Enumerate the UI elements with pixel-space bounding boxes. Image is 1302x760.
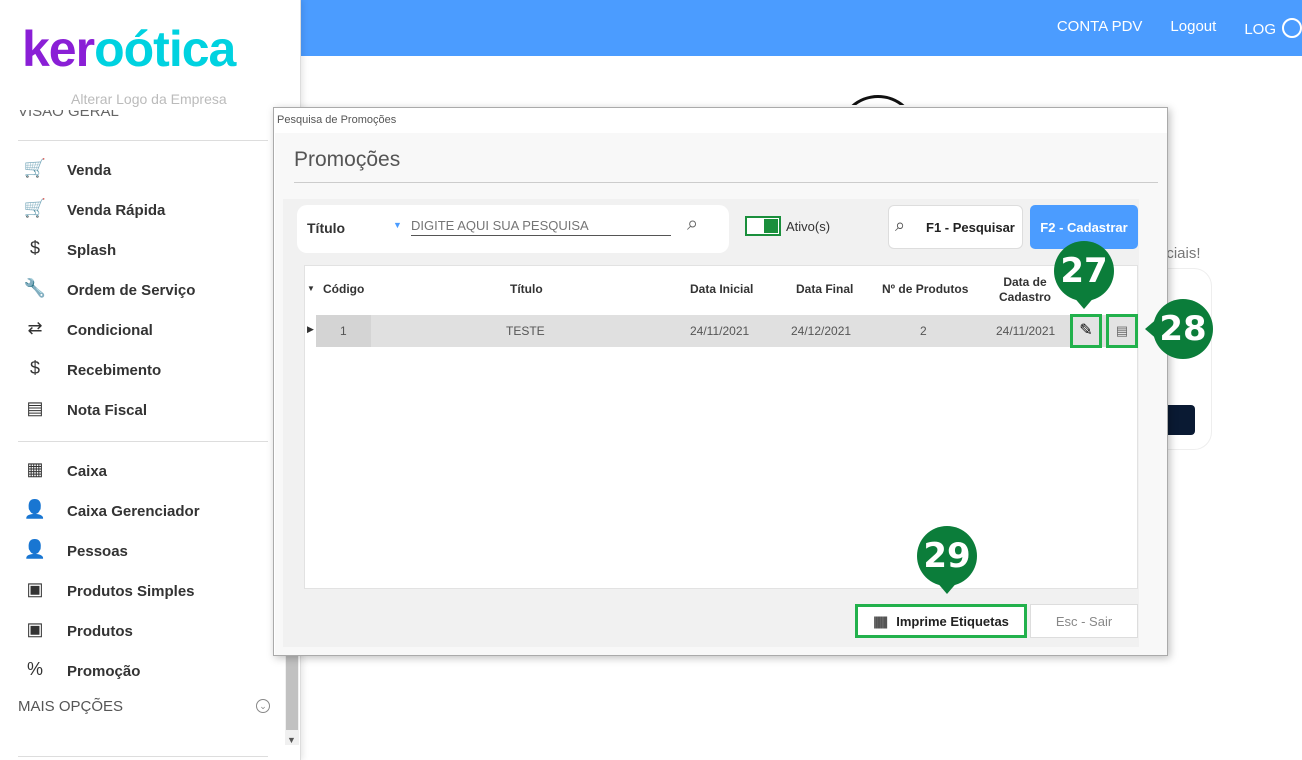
sidebar-item-splash[interactable]: $ Splash (22, 238, 116, 262)
sidebar-item-produtos[interactable]: ▣ Produtos (22, 619, 133, 643)
cash-register-icon: ▦ (26, 459, 44, 479)
user-icon[interactable] (1282, 18, 1302, 38)
sidebar-item-recebimento[interactable]: $ Recebimento (22, 358, 161, 382)
sidebar-item-label: Venda Rápida (67, 201, 166, 219)
section-title: VISÃO GERAL (18, 110, 119, 120)
tools-icon: 🔧 (23, 278, 47, 298)
callout-29: 29 (917, 526, 977, 594)
search-bar: Título ▼ ⌕ (297, 205, 729, 253)
sidebar-item-caixa[interactable]: ▦ Caixa (22, 459, 107, 483)
search-input[interactable] (411, 216, 671, 236)
col-produtos[interactable]: Nº de Produtos (882, 282, 968, 296)
sidebar: keroótica Alterar Logo da Empresa VISÃO … (0, 0, 301, 760)
promotions-table: ▼ Código Título Data Inicial Data Final … (304, 265, 1138, 589)
nfe-icon: ▤ (26, 398, 44, 418)
callout-27: 27 (1054, 241, 1114, 309)
sidebar-item-label: Recebimento (67, 361, 162, 379)
caret-down-icon[interactable]: ▼ (393, 220, 402, 230)
sort-icon[interactable]: ▼ (307, 284, 315, 293)
sidebar-item-label: Produtos Simples (67, 582, 195, 600)
search-icon[interactable]: ⌕ (687, 213, 698, 236)
conta-pdv-link[interactable]: CONTA PDV (1057, 18, 1143, 38)
note-icon: ▤ (1115, 323, 1129, 338)
tag-icon: % (26, 659, 43, 679)
sidebar-item-produtos-simples[interactable]: ▣ Produtos Simples (22, 579, 195, 603)
user-money-icon: 👤 (23, 499, 47, 519)
sidebar-item-label: Ordem de Serviço (67, 281, 196, 299)
row-indicator-icon: ▶ (307, 324, 314, 334)
page-title: Promoções (294, 148, 401, 171)
sidebar-item-condicional[interactable]: ⇄ Condicional (22, 318, 153, 342)
sidebar-item-label: Produtos (67, 622, 133, 640)
promotions-dialog: Pesquisa de Promoções Promoções Título ▼… (273, 107, 1168, 656)
divider (18, 441, 268, 442)
sidebar-item-caixa-gerenciador[interactable]: 👤 Caixa Gerenciador (22, 499, 200, 523)
sidebar-item-promo-o[interactable]: % Promoção (22, 659, 140, 683)
box-icon: ▣ (26, 579, 44, 599)
sidebar-item-venda-r-pida[interactable]: 🛒 Venda Rápida (22, 198, 166, 222)
pencil-icon: ✎ (1079, 322, 1093, 339)
sidebar-item-label: Caixa (67, 462, 108, 480)
callout-28: 28 (1145, 299, 1213, 359)
col-titulo[interactable]: Título (510, 282, 543, 296)
active-toggle[interactable] (745, 216, 781, 236)
logout-link[interactable]: Logout (1170, 18, 1216, 38)
sidebar-item-label: Pessoas (67, 542, 128, 560)
col-codigo[interactable]: Código (323, 282, 364, 296)
sidebar-item-nota-fiscal[interactable]: ▤ Nota Fiscal (22, 398, 147, 422)
active-label: Ativo(s) (786, 219, 831, 234)
cart-fast-icon: 🛒 (23, 198, 47, 218)
more-options[interactable]: MAIS OPÇÕES (18, 698, 123, 715)
box-icon: ▣ (26, 619, 44, 639)
col-data-inicial[interactable]: Data Inicial (690, 282, 753, 296)
people-icon: 👤 (23, 539, 47, 559)
sidebar-item-pessoas[interactable]: 👤 Pessoas (22, 539, 128, 563)
search-field-select[interactable]: Título (307, 220, 345, 236)
col-data-final[interactable]: Data Final (796, 282, 853, 296)
log-link[interactable]: LOG (1244, 18, 1302, 38)
hand-money-icon: $ (29, 358, 40, 378)
cart-icon: 🛒 (23, 158, 47, 178)
cart-dollar-icon: $ (29, 238, 40, 258)
sidebar-item-venda[interactable]: 🛒 Venda (22, 158, 111, 182)
search-icon: ⌕ (895, 215, 906, 235)
chevron-down-icon[interactable]: ⌄ (256, 699, 270, 713)
sidebar-item-label: Venda (67, 161, 112, 179)
sidebar-item-label: Condicional (67, 321, 153, 339)
print-labels-button[interactable]: |||||||| Imprime Etiquetas (855, 604, 1027, 638)
company-logo: keroótica (22, 21, 236, 77)
window-title: Pesquisa de Promoções (277, 114, 397, 126)
col-data-cadastro[interactable]: Data de Cadastro (995, 275, 1055, 305)
barcode-icon: |||||||| (873, 613, 888, 629)
change-logo-link[interactable]: Alterar Logo da Empresa (71, 91, 227, 107)
sidebar-item-label: Caixa Gerenciador (67, 502, 200, 520)
exit-button[interactable]: Esc - Sair (1030, 604, 1138, 638)
sidebar-item-ordem-de-servi-o[interactable]: 🔧 Ordem de Serviço (22, 278, 196, 302)
divider (18, 140, 268, 141)
table-row[interactable]: 1 TESTE 24/11/2021 24/12/2021 2 24/11/20… (316, 315, 1137, 347)
sidebar-item-label: Promoção (67, 662, 141, 680)
cart-arrows-icon: ⇄ (27, 318, 43, 338)
sidebar-item-label: Splash (67, 241, 117, 259)
divider (18, 756, 268, 757)
search-button[interactable]: ⌕ F1 - Pesquisar (888, 205, 1023, 249)
sidebar-item-label: Nota Fiscal (67, 401, 148, 419)
